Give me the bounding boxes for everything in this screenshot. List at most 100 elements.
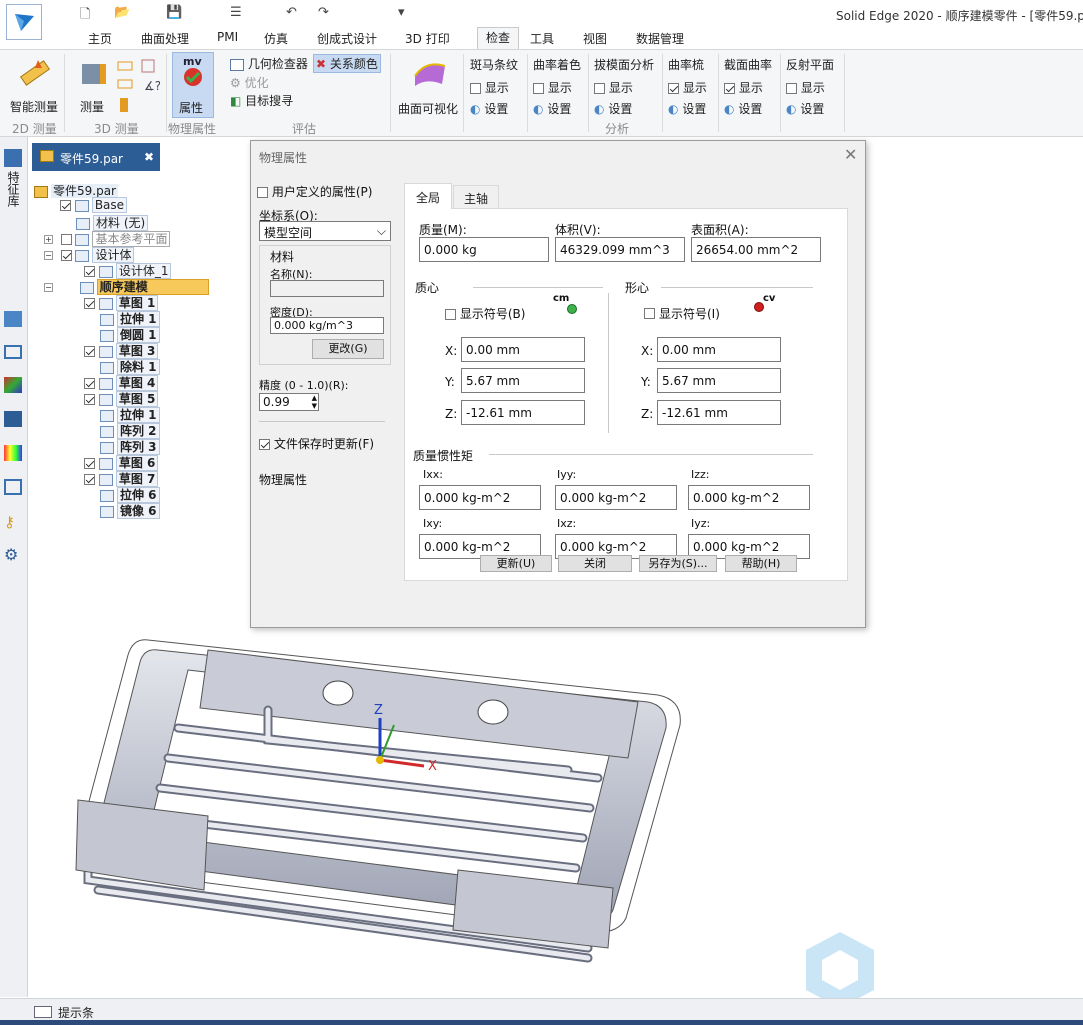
visibility-checkbox[interactable] [84,298,95,309]
visibility-checkbox[interactable] [84,474,95,485]
update-on-save-checkbox[interactable]: 文件保存时更新(F) [259,435,374,452]
tree-item[interactable]: Base [60,197,128,213]
feature-library-label[interactable]: 特征库 [5,171,20,207]
curvature-comb-title[interactable]: 曲率梳 [668,56,707,73]
tab-global[interactable]: 全局 [404,183,452,209]
visibility-checkbox[interactable] [60,200,71,211]
cv-z-field[interactable]: -12.61 mm [657,400,781,425]
curvature-shading-show-checkbox[interactable]: 显示 [533,79,581,96]
measure-tools-icons[interactable]: ∡? [116,58,161,118]
tree-item[interactable]: 设计体_1 [84,262,172,279]
ribbon-tab-7[interactable]: 工具 [530,30,554,47]
density-field[interactable]: 0.000 kg/m^3 [270,317,384,334]
section-curvature-show-checkbox[interactable]: 显示 [724,79,772,96]
library-icon[interactable] [4,479,22,495]
curvature-comb-settings-button[interactable]: ◐ 设置 [668,100,707,117]
ribbon-tab-4[interactable]: 创成式设计 [317,30,377,47]
feature-library-icon[interactable] [4,149,22,167]
visibility-checkbox[interactable] [84,394,95,405]
print-icon[interactable]: ☰ [230,5,242,20]
cm-show-symbol-checkbox[interactable]: 显示符号(B) [445,305,525,322]
document-tab[interactable]: 零件59.par ✖ [32,143,160,171]
measure-button[interactable]: 测量 [74,54,114,116]
tree-item[interactable]: 草图 6 [84,454,159,471]
cv-y-field[interactable]: 5.67 mm [657,368,781,393]
gear-icon[interactable]: ⚙ [4,545,22,564]
expand-toggle-icon[interactable]: + [44,235,53,244]
undo-icon[interactable]: ↶ [286,5,297,20]
ixx-field[interactable]: 0.000 kg-m^2 [419,485,541,510]
draft-analysis-show-checkbox[interactable]: 显示 [594,79,654,96]
reflection-plane-settings-button[interactable]: ◐ 设置 [786,100,834,117]
tree-item[interactable]: 镜像 6 [100,502,160,519]
zebra-settings-button[interactable]: ◐ 设置 [470,100,518,117]
tree-item[interactable]: 草图 5 [84,390,159,407]
zebra-show-checkbox[interactable]: 显示 [470,79,518,96]
cv-show-symbol-checkbox[interactable] [644,306,655,320]
visibility-checkbox[interactable] [84,458,95,469]
close-tab-icon[interactable]: ✖ [144,150,154,164]
change-material-button[interactable]: 更改(G) [312,339,384,359]
key-icon[interactable]: ⚷ [4,513,22,531]
ribbon-tab-0[interactable]: 主页 [88,30,112,47]
section-curvature-settings-button[interactable]: ◐ 设置 [724,100,772,117]
visibility-checkbox[interactable] [84,346,95,357]
tree-item[interactable]: 倒圆 1 [100,326,160,343]
tree-item[interactable]: 草图 7 [84,470,159,487]
redo-icon[interactable]: ↷ [318,5,329,20]
cm-z-field[interactable]: -12.61 mm [461,400,585,425]
cm-y-field[interactable]: 5.67 mm [461,368,585,393]
save-as-button[interactable]: 另存为(S)... [639,555,717,572]
expand-toggle-icon[interactable]: − [44,283,53,292]
visibility-checkbox[interactable] [84,378,95,389]
optimize-button[interactable]: ⚙ 优化 [230,74,269,91]
tree-item[interactable]: 拉伸 6 [100,486,160,503]
tree-item[interactable]: 草图 3 [84,342,159,359]
geometry-inspector-button[interactable]: 几何检查器 [230,55,308,72]
ribbon-tab-1[interactable]: 曲面处理 [141,30,189,47]
visibility-checkbox[interactable] [84,266,95,277]
surface-area-field[interactable]: 26654.00 mm^2 [691,237,821,262]
user-defined-checkbox[interactable]: 用户定义的属性(P) [257,183,372,200]
target-search-button[interactable]: ◧ 目标搜寻 [230,92,293,109]
tree-item[interactable]: − 设计体 [44,246,135,263]
tree-item[interactable]: + 基本参考平面 [44,230,171,247]
mass-field[interactable]: 0.000 kg [419,237,549,262]
tree-item[interactable]: 阵列 2 [100,422,160,439]
coord-system-select[interactable]: 模型空间 ⌵ [259,221,391,241]
properties-button[interactable]: mv 属性 [172,52,214,118]
curvature-shading-title[interactable]: 曲率着色 [533,56,581,73]
spinner-arrows-icon[interactable]: ▲ ▼ [312,394,317,410]
izz-field[interactable]: 0.000 kg-m^2 [688,485,810,510]
visibility-checkbox[interactable] [60,234,72,245]
tree-item[interactable]: − 顺序建模 [44,278,209,295]
smart-measure-button[interactable]: 智能测量 [8,54,58,116]
surface-visualize-button[interactable]: 曲面可视化 [396,54,460,118]
graphics-viewport[interactable]: Z X [28,630,1083,1008]
new-file-icon[interactable]: 🗋 [80,5,90,27]
ribbon-tab-3[interactable]: 仿真 [264,30,288,47]
ribbon-tab-2[interactable]: PMI [217,30,238,44]
tree-item[interactable]: 草图 4 [84,374,159,391]
curvature-comb-show-checkbox[interactable]: 显示 [668,79,707,96]
accuracy-spinner[interactable]: 0.99 ▲ ▼ [259,393,319,411]
tree-item[interactable]: 拉伸 1 [100,310,160,327]
volume-field[interactable]: 46329.099 mm^3 [555,237,685,262]
open-file-icon[interactable]: 📂 [114,5,130,20]
expand-toggle-icon[interactable]: − [44,251,53,260]
tree-item[interactable]: 阵列 3 [100,438,160,455]
tree-item[interactable]: 材料 (无) [76,214,149,231]
reflection-plane-title[interactable]: 反射平面 [786,56,834,73]
draft-analysis-title[interactable]: 拔模面分析 [594,56,654,73]
ribbon-tab-5[interactable]: 3D 打印 [405,30,450,47]
camera-icon[interactable] [4,345,22,359]
ribbon-tab-6[interactable]: 检查 [477,27,520,49]
section-curvature-title[interactable]: 截面曲率 [724,56,772,73]
close-dialog-icon[interactable]: ✕ [844,145,857,164]
zebra-title[interactable]: 斑马条纹 [470,56,518,73]
layers-icon[interactable] [4,311,22,327]
visibility-checkbox[interactable] [60,250,72,261]
tab-principal-axes[interactable]: 主轴 [453,185,499,208]
tree-item[interactable]: 除料 1 [100,358,160,375]
relation-color-button[interactable]: ✖ 关系颜色 [313,54,381,73]
